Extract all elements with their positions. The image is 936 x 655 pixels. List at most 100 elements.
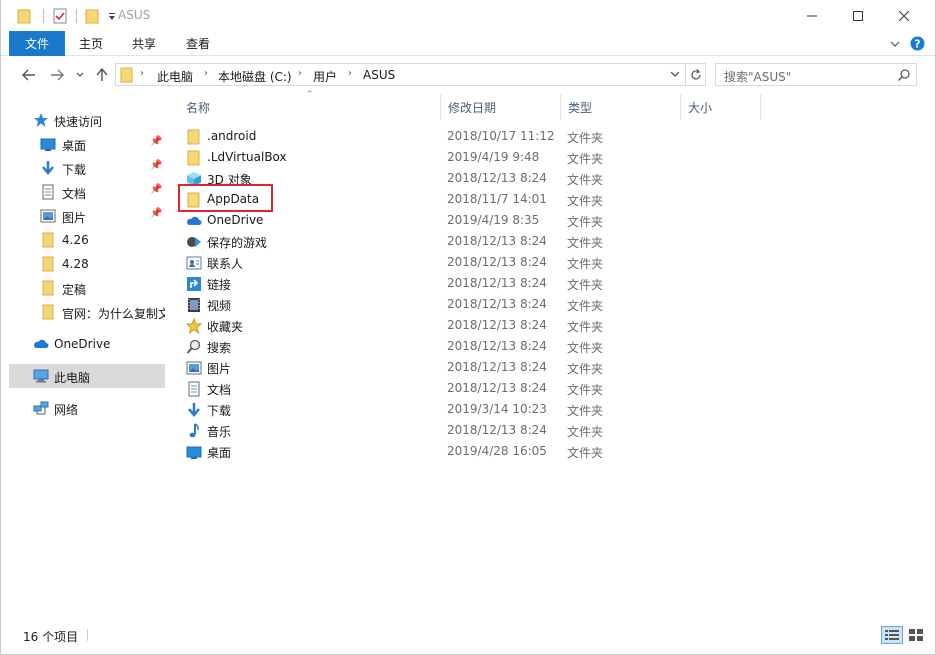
pin-icon[interactable]: 📌 [150, 208, 162, 219]
breadcrumb-local-disk[interactable]: 本地磁盘 (C:) [218, 68, 292, 85]
file-date: 2018/12/13 8:24 [447, 339, 547, 353]
file-name: 保存的游戏 [207, 236, 268, 250]
customize-dropdown-icon[interactable] [107, 8, 117, 24]
nav-quick-access[interactable]: 快速访问 [9, 108, 165, 132]
table-row[interactable]: .android 2018/10/17 11:12 文件夹 [178, 126, 608, 147]
breadcrumb-this-pc[interactable]: 此电脑 [157, 68, 193, 85]
close-button[interactable] [881, 0, 927, 31]
contacts-icon [186, 256, 202, 270]
file-date: 2019/3/14 10:23 [447, 402, 547, 416]
nav-network[interactable]: 网络 [9, 396, 165, 420]
nav-item-folder[interactable]: 定稿 [9, 276, 165, 300]
nav-this-pc[interactable]: 此电脑 [9, 364, 165, 388]
file-date: 2018/12/13 8:24 [447, 381, 547, 395]
table-row[interactable]: 音乐 2018/12/13 8:24 文件夹 [178, 420, 608, 441]
address-bar[interactable]: › 此电脑 › 本地磁盘 (C:) › 用户 › ASUS [115, 63, 686, 86]
breadcrumb-separator[interactable]: › [204, 68, 208, 79]
separator [43, 8, 44, 23]
breadcrumb-separator[interactable]: › [298, 68, 302, 79]
column-label: 大小 [688, 100, 713, 115]
file-name: 联系人 [207, 257, 244, 271]
maximize-icon [853, 10, 863, 21]
details-view-button[interactable] [881, 626, 903, 644]
file-name: .android [207, 129, 257, 143]
window-title: ASUS [118, 8, 151, 22]
nav-item-pictures[interactable]: 图片 📌 [9, 204, 165, 228]
table-row[interactable]: 收藏夹 2018/12/13 8:24 文件夹 [178, 315, 608, 336]
minimize-button[interactable] [789, 0, 835, 31]
column-header-name[interactable]: 名称 [178, 94, 440, 120]
nav-label: OneDrive [54, 337, 111, 351]
tab-home[interactable]: 主页 [65, 31, 117, 56]
table-row[interactable]: 视频 2018/12/13 8:24 文件夹 [178, 294, 608, 315]
recent-locations-button[interactable] [73, 65, 87, 85]
table-row[interactable]: 保存的游戏 2018/12/13 8:24 文件夹 [178, 231, 608, 252]
new-folder-icon[interactable] [85, 8, 101, 24]
nav-item-downloads[interactable]: 下载 📌 [9, 156, 165, 180]
pin-icon[interactable]: 📌 [150, 184, 162, 195]
up-button[interactable] [92, 65, 112, 85]
expand-ribbon-icon[interactable] [889, 39, 901, 49]
table-row[interactable]: 联系人 2018/12/13 8:24 文件夹 [178, 252, 608, 273]
table-row[interactable]: OneDrive 2019/4/19 8:35 文件夹 [178, 210, 608, 231]
nav-onedrive[interactable]: OneDrive [9, 332, 165, 356]
table-row[interactable]: 下载 2019/3/14 10:23 文件夹 [178, 399, 608, 420]
refresh-button[interactable] [686, 63, 706, 86]
music-icon [189, 423, 199, 438]
back-arrow-icon [22, 69, 35, 81]
up-arrow-icon [96, 68, 108, 81]
address-dropdown-icon[interactable] [670, 71, 680, 78]
nav-label: 快速访问 [54, 115, 103, 129]
file-date: 2019/4/19 8:35 [447, 213, 540, 227]
nav-item-folder[interactable]: 4.26 [9, 228, 165, 252]
large-icons-view-button[interactable] [905, 626, 927, 644]
search-icon[interactable] [898, 69, 910, 81]
quick-access-toolbar [17, 0, 117, 31]
breadcrumb-separator[interactable]: › [348, 68, 352, 79]
table-row[interactable]: 链接 2018/12/13 8:24 文件夹 [178, 273, 608, 294]
maximize-button[interactable] [835, 0, 881, 31]
nav-item-folder[interactable]: 官网：为什么复制文 [9, 300, 165, 324]
searches-icon [186, 339, 201, 354]
breadcrumb-users[interactable]: 用户 [313, 68, 337, 85]
tab-view[interactable]: 查看 [171, 31, 225, 56]
column-header-size[interactable]: 大小 [680, 94, 760, 120]
pin-icon[interactable]: 📌 [150, 160, 162, 171]
file-date: 2018/12/13 8:24 [447, 297, 547, 311]
tab-share[interactable]: 共享 [117, 31, 171, 56]
file-name: 下载 [207, 404, 232, 418]
nav-item-folder[interactable]: 4.28 [9, 252, 165, 276]
table-row[interactable]: 文档 2018/12/13 8:24 文件夹 [178, 378, 608, 399]
pin-icon[interactable]: 📌 [150, 136, 162, 147]
file-type: 文件夹 [567, 278, 604, 292]
forward-button[interactable] [47, 65, 67, 85]
table-row[interactable]: .LdVirtualBox 2019/4/19 9:48 文件夹 [178, 147, 608, 168]
file-name: 搜索 [207, 341, 232, 355]
nav-item-documents[interactable]: 文档 📌 [9, 180, 165, 204]
desktop-icon [40, 138, 56, 151]
breadcrumb-asus[interactable]: ASUS [363, 68, 395, 82]
properties-icon[interactable] [52, 8, 68, 24]
file-type: 文件夹 [567, 446, 604, 460]
links-icon [187, 277, 201, 291]
ribbon-tabs: 文件 主页 共享 查看 ? [1, 31, 935, 56]
table-row[interactable]: 图片 2018/12/13 8:24 文件夹 [178, 357, 608, 378]
column-label: 类型 [568, 100, 593, 115]
nav-label: 4.26 [62, 233, 89, 247]
back-button[interactable] [19, 65, 39, 85]
tab-file[interactable]: 文件 [9, 31, 65, 56]
folder-icon [42, 256, 54, 272]
nav-item-desktop[interactable]: 桌面 📌 [9, 132, 165, 156]
breadcrumb-separator[interactable]: › [140, 68, 144, 79]
column-header-date[interactable]: 修改日期 [440, 94, 560, 120]
search-input[interactable]: 搜索"ASUS" [724, 68, 791, 85]
table-row[interactable]: 桌面 2019/4/28 16:05 文件夹 [178, 441, 608, 462]
star-icon [34, 113, 48, 127]
table-row[interactable]: 搜索 2018/12/13 8:24 文件夹 [178, 336, 608, 357]
help-icon[interactable]: ? [910, 36, 925, 51]
column-header-type[interactable]: 类型 [560, 94, 680, 120]
search-box[interactable]: 搜索"ASUS" [715, 63, 917, 86]
nav-label: 网络 [54, 403, 79, 417]
column-divider[interactable] [760, 94, 761, 120]
onedrive-icon [187, 216, 202, 225]
